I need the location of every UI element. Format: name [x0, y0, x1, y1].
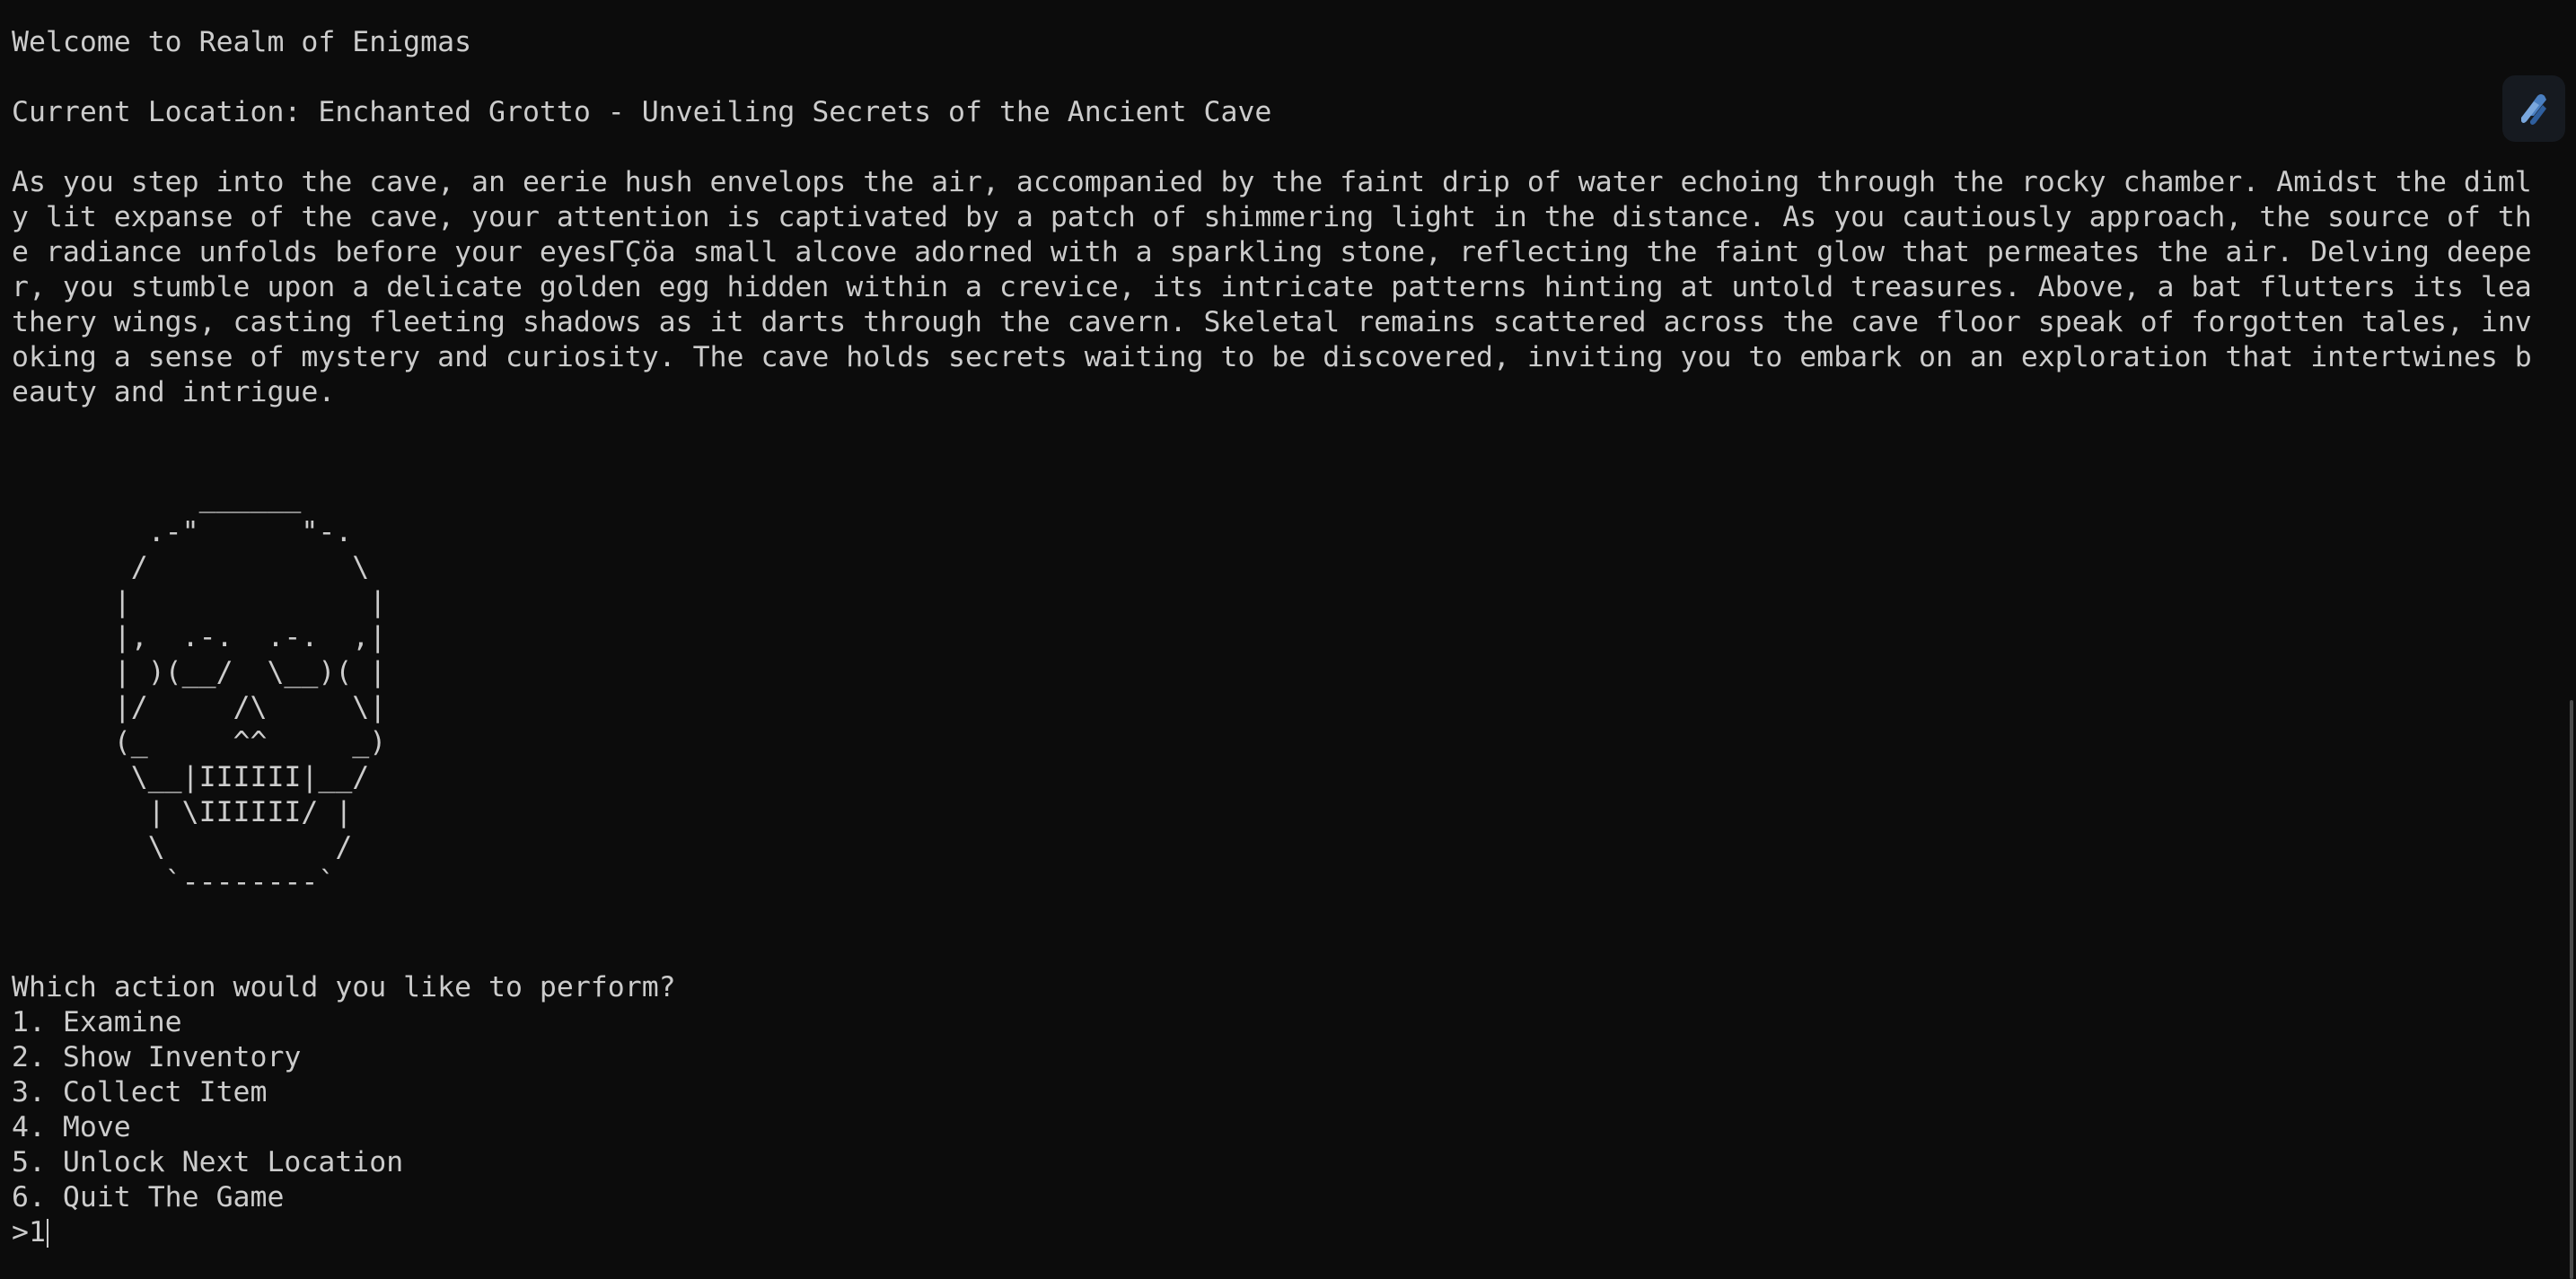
menu-option-unlock-next-location: 5. Unlock Next Location	[12, 1146, 404, 1178]
description-line: oking a sense of mystery and curiosity. …	[12, 341, 2532, 373]
description-line: e radiance unfolds before your eyesΓÇöa …	[12, 236, 2532, 268]
description-line: eauty and intrigue.	[12, 376, 336, 408]
command-prompt[interactable]: >1	[12, 1215, 2576, 1250]
action-question: Which action would you like to perform?	[12, 971, 676, 1003]
scrollbar[interactable]	[2567, 0, 2576, 1279]
menu-option-examine: 1. Examine	[12, 1006, 182, 1038]
action-menu: 1. Examine 2. Show Inventory 3. Collect …	[12, 1005, 2576, 1215]
location-description: As you step into the cave, an eerie hush…	[12, 165, 2576, 410]
text-cursor	[46, 1218, 48, 1248]
menu-option-show-inventory: 2. Show Inventory	[12, 1041, 302, 1073]
welcome-text: Welcome to Realm of Enigmas	[12, 26, 472, 58]
terminal-window[interactable]: Welcome to Realm of Enigmas Current Loca…	[0, 0, 2576, 1279]
current-location-text: Current Location: Enchanted Grotto - Unv…	[12, 96, 1272, 128]
skull-ascii-art: ______ .-" "-. / \ | | |, .-. .-. ,| | )…	[113, 481, 387, 898]
menu-option-move: 4. Move	[12, 1111, 131, 1143]
prompt-symbol: >	[12, 1216, 29, 1248]
copilot-icon[interactable]	[2502, 75, 2565, 142]
scrollbar-thumb[interactable]	[2570, 700, 2573, 1279]
description-line: thery wings, casting fleeting shadows as…	[12, 306, 2532, 338]
description-line: As you step into the cave, an eerie hush…	[12, 166, 2532, 198]
description-line: r, you stumble upon a delicate golden eg…	[12, 271, 2532, 303]
menu-option-quit-game: 6. Quit The Game	[12, 1181, 285, 1213]
description-line: y lit expanse of the cave, your attentio…	[12, 201, 2532, 233]
command-input[interactable]: 1	[29, 1215, 46, 1250]
copilot-icon-glyph	[2521, 94, 2546, 125]
menu-option-collect-item: 3. Collect Item	[12, 1076, 268, 1108]
